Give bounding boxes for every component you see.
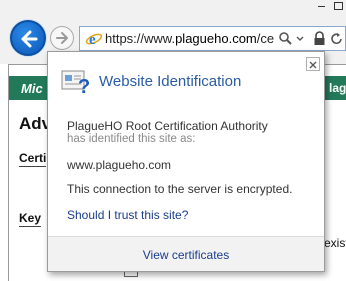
back-button[interactable] — [10, 20, 46, 56]
certificate-authority: PlagueHO Root Certification Authority — [67, 119, 268, 133]
arrow-left-icon — [21, 30, 38, 48]
body-text-fragment: exist — [324, 236, 346, 250]
minimize-icon[interactable] — [314, 0, 330, 12]
svg-text:?: ? — [78, 76, 90, 96]
banner-right-text: lagu — [329, 81, 346, 95]
trust-site-link[interactable]: Should I trust this site? — [67, 208, 188, 222]
svg-text:e: e — [89, 32, 96, 48]
popup-footer: View certificates — [48, 236, 324, 271]
lock-icon[interactable] — [312, 30, 327, 47]
section-heading-cert: Certi — [19, 151, 47, 167]
certificate-question-icon: ? — [61, 70, 90, 96]
identified-site: www.plagueho.com — [67, 158, 172, 172]
banner-left-text: Mic — [21, 81, 43, 96]
maximize-icon[interactable] — [330, 0, 346, 12]
view-certificates-link[interactable]: View certificates — [48, 248, 324, 262]
address-bar[interactable]: e https://www.plagueho.com/cert — [79, 26, 346, 51]
window-controls — [314, 0, 346, 14]
website-identification-popup: ? Website Identification PlagueHO Root C… — [47, 51, 325, 272]
popup-title: Website Identification — [99, 73, 242, 90]
forward-button[interactable] — [50, 26, 74, 50]
close-icon — [309, 61, 317, 69]
arrow-right-icon — [56, 32, 68, 44]
encryption-status: This connection to the server is encrypt… — [67, 182, 293, 196]
url-host: plagueho.com — [175, 31, 257, 46]
dropdown-arrow-icon[interactable] — [295, 30, 310, 47]
refresh-icon[interactable] — [329, 30, 344, 47]
identified-label: has identified this site as: — [67, 133, 196, 145]
ie-logo-icon: e — [85, 32, 103, 48]
url-text[interactable]: https://www.plagueho.com/cert — [105, 31, 275, 46]
close-button[interactable] — [306, 57, 320, 71]
search-icon[interactable] — [278, 30, 293, 47]
section-heading-key: Key — [19, 211, 42, 227]
